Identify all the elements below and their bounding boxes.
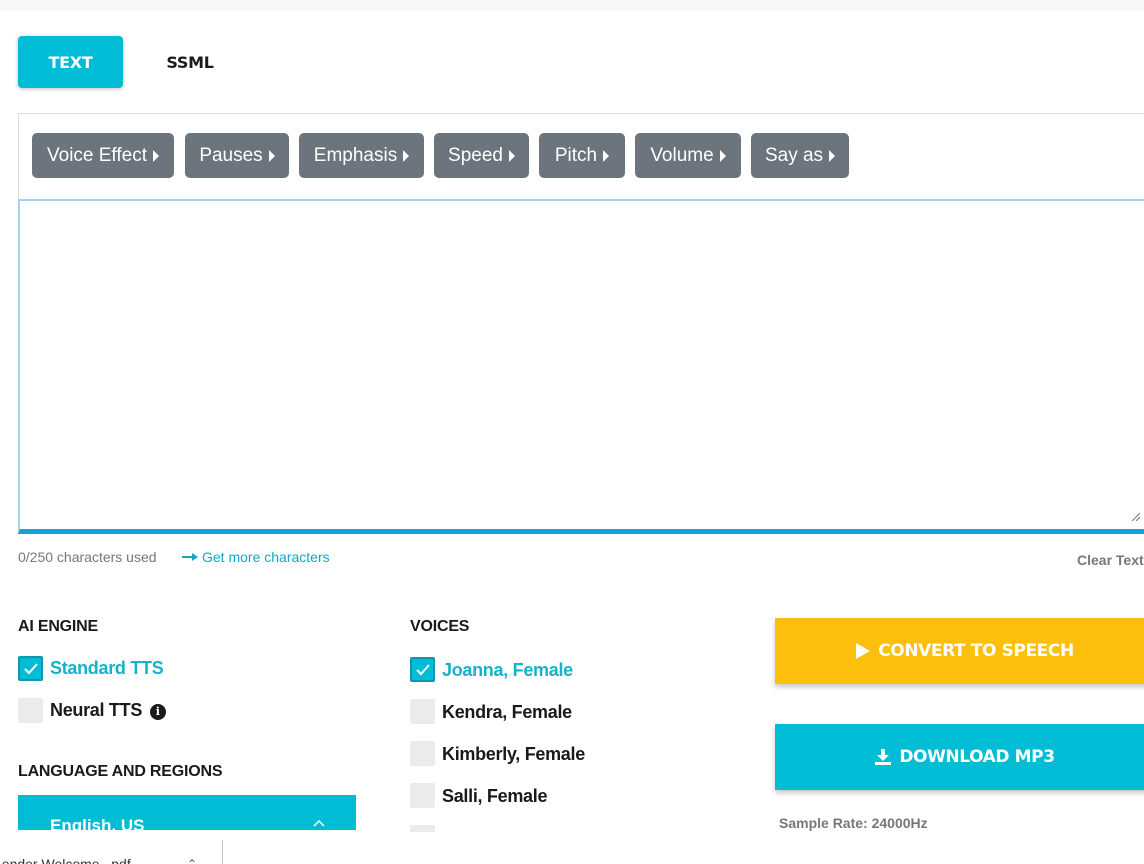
pitch-button[interactable]: Pitch xyxy=(539,133,625,178)
get-more-characters-link[interactable]: Get more characters xyxy=(182,549,330,565)
caret-right-icon xyxy=(508,149,515,162)
voice-effect-label: Voice Effect xyxy=(47,144,147,166)
browser-downloads-bar: Lender Welcome...pdf ⌃ xyxy=(0,832,1144,864)
neural-tts-option[interactable]: Neural TTS i xyxy=(50,700,166,721)
chevron-up-icon xyxy=(313,819,325,827)
language-select[interactable]: English, US xyxy=(18,795,356,835)
tab-text[interactable]: TEXT xyxy=(18,36,123,88)
checkmark-icon xyxy=(415,663,430,675)
voice-kendra-checkbox[interactable] xyxy=(410,699,435,724)
download-file-name[interactable]: Lender Welcome...pdf xyxy=(0,856,131,864)
pitch-label: Pitch xyxy=(554,144,598,166)
standard-tts-label[interactable]: Standard TTS xyxy=(50,658,164,679)
text-input-area[interactable] xyxy=(18,199,1144,534)
get-more-characters-label: Get more characters xyxy=(202,549,330,565)
volume-button[interactable]: Volume xyxy=(635,133,741,178)
voice-joanna-label[interactable]: Joanna, Female xyxy=(442,660,573,681)
language-regions-heading: LANGUAGE AND REGIONS xyxy=(18,763,223,780)
chevron-up-icon[interactable]: ⌃ xyxy=(187,857,197,864)
caret-right-icon xyxy=(829,149,836,162)
checkmark-icon xyxy=(23,662,38,674)
voice-kimberly-label[interactable]: Kimberly, Female xyxy=(442,744,585,765)
download-icon xyxy=(875,749,892,765)
info-icon[interactable]: i xyxy=(149,704,166,720)
standard-tts-checkbox[interactable] xyxy=(18,656,43,681)
download-mp3-button[interactable]: DOWNLOAD MP3 xyxy=(775,724,1144,790)
voice-salli-label[interactable]: Salli, Female xyxy=(442,786,547,807)
character-counter: 0/250 characters used xyxy=(18,549,157,565)
emphasis-label: Emphasis xyxy=(313,144,398,166)
caret-right-icon xyxy=(268,149,275,162)
say-as-button[interactable]: Say as xyxy=(751,133,849,178)
caret-right-icon xyxy=(719,149,726,162)
caret-right-icon xyxy=(153,149,159,162)
sample-rate-text: Sample Rate: 24000Hz xyxy=(779,815,928,831)
top-strip xyxy=(0,0,1144,10)
say-as-label: Say as xyxy=(764,144,824,166)
clear-text-button[interactable]: Clear Text xyxy=(1077,552,1144,568)
speed-label: Speed xyxy=(448,144,503,166)
arrow-right-icon xyxy=(182,553,198,561)
pauses-button[interactable]: Pauses xyxy=(185,133,289,178)
volume-label: Volume xyxy=(650,144,714,166)
download-label: DOWNLOAD MP3 xyxy=(899,747,1055,767)
resize-handle-icon[interactable] xyxy=(1130,511,1140,521)
ai-engine-heading: AI ENGINE xyxy=(18,618,98,635)
convert-label: CONVERT TO SPEECH xyxy=(878,641,1074,661)
speed-button[interactable]: Speed xyxy=(434,133,529,178)
voice-kimberly-checkbox[interactable] xyxy=(410,741,435,766)
caret-right-icon xyxy=(403,149,410,162)
play-icon xyxy=(856,643,871,659)
downloads-divider xyxy=(222,840,223,864)
emphasis-button[interactable]: Emphasis xyxy=(299,133,424,178)
voice-salli-checkbox[interactable] xyxy=(410,783,435,808)
pauses-label: Pauses xyxy=(199,144,263,166)
voice-joanna-checkbox[interactable] xyxy=(410,657,435,682)
voice-effect-button[interactable]: Voice Effect xyxy=(32,133,174,178)
tab-ssml[interactable]: SSML xyxy=(140,36,240,88)
neural-tts-label: Neural TTS xyxy=(50,700,143,720)
convert-to-speech-button[interactable]: CONVERT TO SPEECH xyxy=(775,618,1144,684)
voices-heading: VOICES xyxy=(410,618,470,635)
neural-tts-checkbox[interactable] xyxy=(18,698,43,723)
voice-kendra-label[interactable]: Kendra, Female xyxy=(442,702,572,723)
caret-right-icon xyxy=(603,149,610,162)
